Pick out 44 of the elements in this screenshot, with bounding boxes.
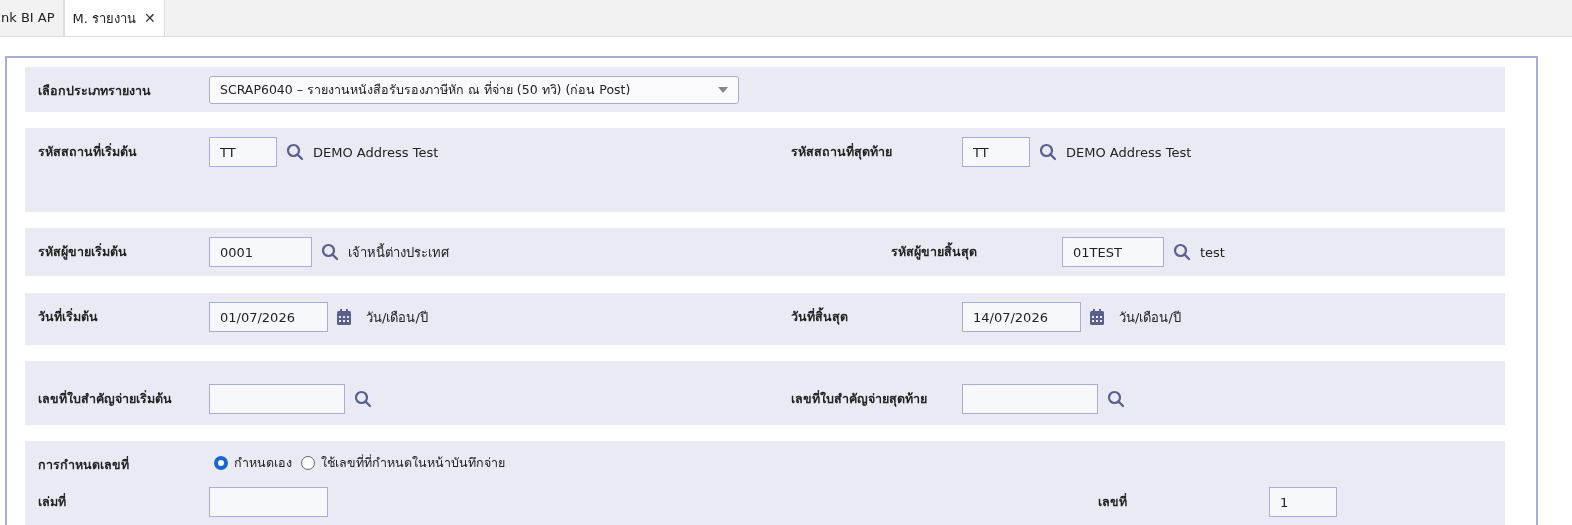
field-label: วันที่เริ่มต้น bbox=[38, 307, 99, 326]
calendar-icon[interactable] bbox=[1090, 309, 1104, 325]
date-field[interactable]: 01/07/2026 bbox=[209, 302, 328, 332]
search-icon[interactable] bbox=[354, 390, 372, 408]
field-label: วันที่สิ้นสุด bbox=[791, 306, 849, 327]
radio-button[interactable] bbox=[214, 456, 228, 470]
radio-button[interactable] bbox=[301, 456, 315, 470]
field-label: รหัสสถานที่สุดท้าย bbox=[791, 142, 893, 162]
number-field[interactable]: 1 bbox=[1269, 487, 1337, 517]
description-text: test bbox=[1200, 244, 1225, 260]
tab[interactable]: M. รายงาน ✕ bbox=[63, 0, 165, 36]
code-field[interactable]: TT bbox=[962, 137, 1030, 167]
date-field[interactable]: 14/07/2026 bbox=[962, 302, 1081, 332]
search-icon[interactable] bbox=[1039, 143, 1057, 161]
field-label: เลขที่ใบสำคัญจ่ายเริ่มต้น bbox=[38, 389, 173, 408]
search-icon[interactable] bbox=[286, 143, 304, 161]
search-icon[interactable] bbox=[1107, 390, 1125, 408]
field-label: เลขที่ใบสำคัญจ่ายสุดท้าย bbox=[791, 389, 928, 409]
field-label: เลขที่ bbox=[1098, 492, 1128, 511]
number-field[interactable] bbox=[209, 487, 328, 517]
radio-label: ใช้เลขที่ที่กำหนดในหน้าบันทึกจ่าย bbox=[321, 453, 505, 472]
calendar-icon[interactable] bbox=[337, 309, 351, 325]
date-format-hint: วัน/เดือน/ปี bbox=[366, 308, 428, 327]
code-field[interactable]: 01TEST bbox=[1062, 237, 1164, 267]
report-type-dropdown[interactable]: SCRAP6040 – รายงานหนังสือรับรองภาษีหัก ณ ที่จ่าย (50 ทวิ) (ก่อน Post) bbox=[209, 76, 739, 104]
tab[interactable]: nk BI AP bbox=[0, 0, 64, 36]
search-icon[interactable] bbox=[1173, 243, 1191, 261]
close-icon[interactable]: ✕ bbox=[144, 10, 156, 26]
radio-label: กำหนดเอง bbox=[234, 454, 292, 472]
field-label: รหัสผู้ขายเริ่มต้น bbox=[38, 242, 128, 262]
description-text: DEMO Address Test bbox=[1066, 144, 1192, 160]
date-format-hint: วัน/เดือน/ปี bbox=[1119, 308, 1181, 327]
code-field[interactable] bbox=[209, 384, 345, 414]
search-icon[interactable] bbox=[321, 243, 339, 261]
description-text: เจ้าหนี้ต่างประเทศ bbox=[348, 242, 449, 262]
field-label: รหัสผู้ขายสิ้นสุด bbox=[891, 241, 978, 262]
field-label: เลือกประเภทรายงาน bbox=[38, 82, 152, 100]
description-text: DEMO Address Test bbox=[313, 144, 439, 160]
field-label: รหัสสถานที่เริ่มต้น bbox=[38, 142, 138, 161]
field-label: เล่มที่ bbox=[38, 492, 67, 511]
code-field[interactable] bbox=[962, 384, 1098, 414]
code-field[interactable]: TT bbox=[209, 137, 277, 167]
code-field[interactable]: 0001 bbox=[209, 237, 312, 267]
field-label: การกำหนดเลขที่ bbox=[38, 455, 130, 474]
